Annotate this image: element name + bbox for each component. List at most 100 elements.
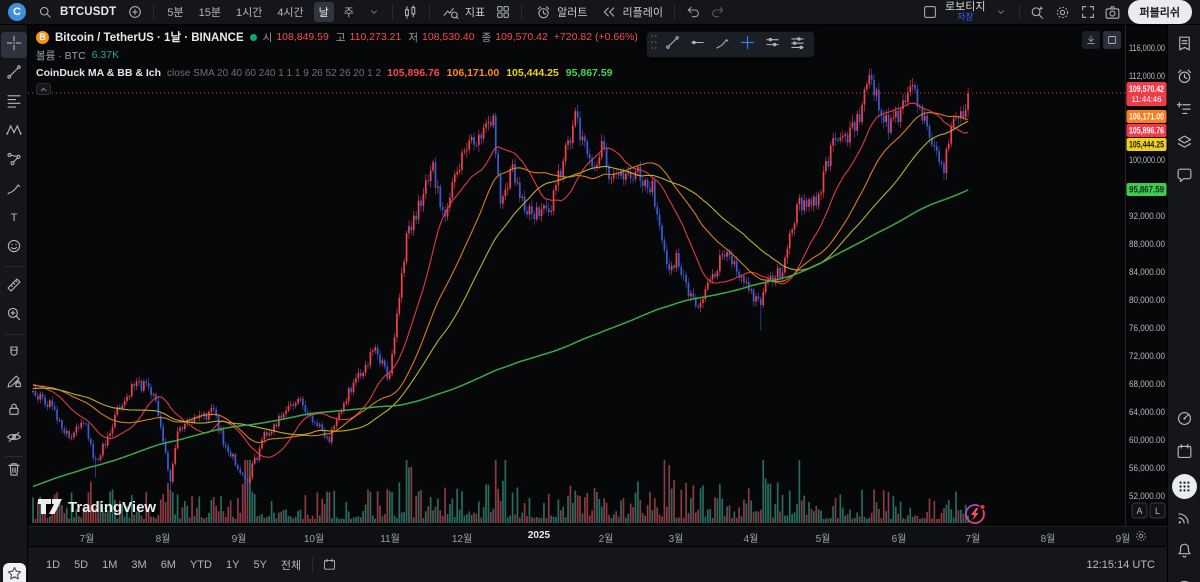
timeframe-button[interactable]: 날 — [313, 2, 334, 22]
sidebar-partial-button[interactable] — [1172, 570, 1197, 582]
snapshot-camera-icon[interactable] — [1103, 2, 1123, 22]
alert-button[interactable]: 알러트 — [530, 0, 590, 24]
range-button-1m[interactable]: 1M — [96, 557, 123, 573]
indicators-button[interactable]: 지표 — [438, 0, 488, 24]
favorite-tool-horizontal-ray-button[interactable] — [686, 34, 708, 56]
separator — [674, 4, 676, 20]
alerts-icon — [1175, 67, 1194, 91]
favorite-tool-trend-line-button[interactable] — [661, 34, 683, 56]
tool-text-button[interactable]: T — [1, 206, 27, 232]
tool-fib-retracement-button[interactable] — [1, 90, 27, 116]
tool-ruler-button[interactable] — [1, 274, 27, 300]
range-button-전체[interactable]: 전체 — [275, 555, 307, 575]
sidebar-watchlist-button[interactable] — [1172, 33, 1197, 58]
fullscreen-icon[interactable] — [1078, 2, 1098, 22]
timeframe-dropdown-icon[interactable] — [364, 2, 384, 22]
chart-type-candles-icon[interactable] — [401, 2, 421, 22]
log-scale-button[interactable]: L — [1149, 502, 1166, 519]
range-button-3m[interactable]: 3M — [125, 557, 152, 573]
topbar-right: 로보티지 저장 퍼블리쉬 — [920, 0, 1192, 24]
sidebar-streams-button[interactable] — [1172, 507, 1197, 532]
range-button-1d[interactable]: 1D — [40, 557, 66, 573]
legend-collapse-button[interactable] — [36, 83, 51, 95]
symbol-legend-row[interactable]: B Bitcoin / TetherUS · 1날 · BINANCE 시 108… — [36, 29, 638, 45]
auto-scale-button[interactable]: A — [1131, 502, 1148, 519]
select-layout-icon[interactable] — [920, 2, 940, 22]
utc-clock[interactable]: 12:15:14 UTC — [1087, 559, 1155, 571]
timeframe-button[interactable]: 주 — [339, 2, 359, 22]
layout-dropdown-icon[interactable] — [991, 2, 1011, 22]
price-tick: 112,000.00 — [1129, 71, 1165, 81]
settings-gear-icon[interactable] — [1053, 2, 1073, 22]
timeframe-button[interactable]: 5분 — [162, 2, 188, 22]
tool-zoom-in-button[interactable] — [1, 303, 27, 329]
tool-forecast-button[interactable] — [1, 148, 27, 174]
favorites-star-button[interactable] — [3, 563, 26, 582]
sidebar-gauge-button[interactable] — [1172, 408, 1197, 433]
sidebar-apps-grid-button[interactable] — [1172, 474, 1197, 499]
range-button-ytd[interactable]: YTD — [184, 557, 218, 573]
tool-hide-all-button[interactable] — [1, 426, 27, 452]
timeframe-button[interactable]: 4시간 — [272, 2, 308, 22]
tool-xabcd-pattern-button[interactable] — [1, 119, 27, 145]
favorite-tool-brush-button[interactable] — [711, 34, 733, 56]
ohlc-key: 종 — [481, 31, 492, 44]
favorite-tool-cross-button[interactable] — [736, 34, 758, 56]
alarm-clock-icon — [533, 2, 553, 22]
app-logo[interactable]: C — [8, 3, 26, 21]
time-axis-label: 7월 — [965, 534, 981, 545]
range-button-5y[interactable]: 5Y — [247, 557, 272, 573]
sidebar-alerts-button[interactable] — [1172, 66, 1197, 91]
pane-collapse-button[interactable] — [1082, 31, 1100, 49]
compare-add-icon[interactable] — [125, 2, 145, 22]
volume-legend-row[interactable]: 볼륨 · BTC 6.37K — [36, 47, 638, 63]
sidebar-bell-button[interactable] — [1172, 540, 1197, 565]
tool-magnet-button[interactable] — [1, 342, 27, 368]
timeframe-button[interactable]: 15분 — [194, 2, 226, 22]
tradingview-app: C BTCUSDT 5분 15분 1시간 4시간 날 주 지표 알러트 리플레이… — [0, 0, 1200, 582]
sidebar-chat-button[interactable] — [1172, 165, 1197, 190]
apps-grid-icon — [1172, 474, 1197, 499]
notes-icon — [1175, 100, 1194, 124]
symbol-search-button[interactable]: BTCUSDT — [31, 0, 120, 24]
svg-text:95,867.59: 95,867.59 — [1129, 185, 1164, 195]
indicator-params: close SMA 20 40 60 240 1 1 1 9 26 52 26 … — [167, 67, 382, 79]
redo-icon[interactable] — [708, 2, 728, 22]
timeframe-button[interactable]: 1시간 — [231, 2, 267, 22]
time-axis-label: 12월 — [451, 534, 473, 545]
pane-maximize-button[interactable] — [1103, 31, 1121, 49]
tool-trend-line-button[interactable] — [1, 61, 27, 87]
range-button-1y[interactable]: 1Y — [220, 557, 245, 573]
price-tick: 52,000.00 — [1129, 491, 1165, 501]
drawing-toolbar: T — [0, 25, 28, 582]
star-icon — [6, 565, 23, 582]
tool-trash-button[interactable] — [1, 458, 27, 484]
chart-svg[interactable]: TradingView 116,000.00 112,000.00 100,000.0… — [28, 25, 1167, 526]
tool-brush-button[interactable] — [1, 177, 27, 203]
range-buttons: 1D 5D 1M 3M 6M YTD 1Y 5Y 전체 — [40, 555, 337, 575]
tool-emoji-button[interactable] — [1, 235, 27, 261]
indicator-legend-row[interactable]: CoinDuck MA & BB & Ich close SMA 20 40 6… — [36, 65, 638, 81]
favorite-tool-sliders-a-button[interactable] — [761, 34, 783, 56]
undo-icon[interactable] — [683, 2, 703, 22]
toolbar-drag-handle[interactable] — [650, 34, 658, 55]
replay-button[interactable]: 리플레이 — [596, 0, 666, 24]
tool-lock-all-button[interactable] — [1, 398, 27, 424]
favorite-tool-sliders-b-button[interactable] — [786, 34, 808, 56]
time-axis[interactable]: 7월 8월 9월 10월 11월 12월 2025 2월 3월 4월 5월 6월 7월 8월 9월 — [28, 526, 1167, 546]
price-tick: 80,000.00 — [1129, 295, 1165, 305]
quick-search-icon[interactable] — [1028, 2, 1048, 22]
time-axis-label: 2월 — [598, 534, 614, 545]
svg-text:L: L — [1155, 506, 1160, 516]
go-to-date-icon[interactable] — [322, 557, 337, 572]
tool-crosshair-button[interactable] — [1, 32, 27, 58]
layout-templates-icon[interactable] — [493, 2, 513, 22]
publish-button[interactable]: 퍼블리쉬 — [1127, 0, 1192, 24]
tool-drawing-mode-button[interactable] — [1, 370, 27, 396]
range-button-6m[interactable]: 6M — [155, 557, 182, 573]
layout-name-button[interactable]: 로보티지 저장 — [945, 2, 985, 23]
sidebar-notes-button[interactable] — [1172, 99, 1197, 124]
sidebar-calendar-button[interactable] — [1172, 441, 1197, 466]
range-button-5d[interactable]: 5D — [68, 557, 94, 573]
sidebar-object-tree-button[interactable] — [1172, 132, 1197, 157]
